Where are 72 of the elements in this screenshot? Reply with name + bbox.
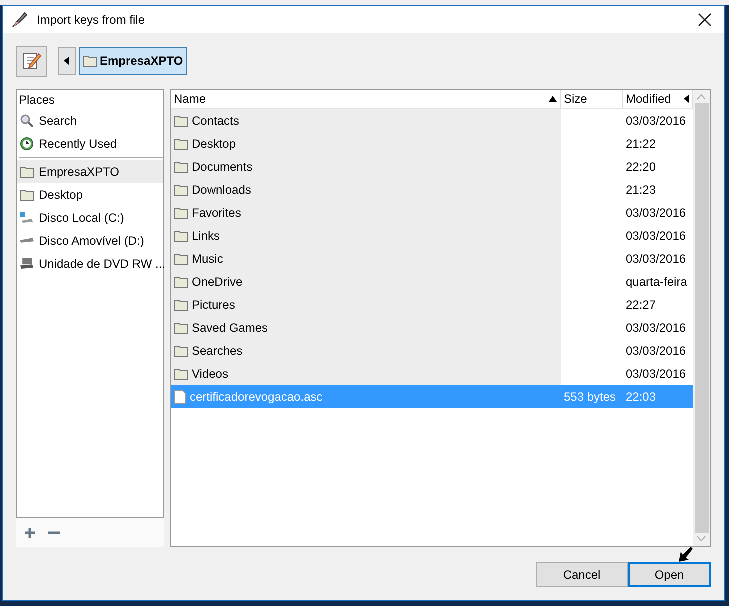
file-name: Documents	[192, 160, 253, 174]
folder-icon	[174, 368, 188, 380]
folder-icon	[174, 276, 188, 288]
file-modified: 22:27	[626, 298, 656, 312]
open-button[interactable]: Open	[628, 562, 711, 587]
folder-icon	[83, 55, 97, 67]
file-name: Contacts	[192, 114, 240, 128]
file-name: Favorites	[192, 206, 242, 220]
place-item[interactable]: Desktop	[17, 183, 163, 206]
folder-icon	[174, 230, 188, 242]
folder-icon	[20, 188, 34, 200]
place-item[interactable]: Unidade de DVD RW ...	[17, 252, 163, 275]
file-modified: 22:03	[626, 390, 656, 404]
file-name: Videos	[192, 366, 228, 380]
file-modified: 03/03/2016	[626, 344, 686, 358]
folder-icon	[20, 166, 34, 178]
magnifier-icon	[20, 114, 34, 128]
place-item[interactable]: Recently Used	[17, 132, 163, 155]
close-icon[interactable]	[698, 12, 712, 26]
file-name: Pictures	[192, 298, 236, 312]
file-modified: 21:23	[626, 182, 656, 196]
file-modified: 03/03/2016	[626, 114, 686, 128]
notepad-pencil-icon	[22, 51, 42, 71]
folder-icon	[174, 322, 188, 334]
file-name: Desktop	[192, 136, 236, 150]
places-header: Places	[18, 92, 56, 109]
path-folder-button[interactable]: EmpresaXPTO	[79, 47, 188, 75]
disc-drive-icon	[20, 258, 34, 269]
file-modified: 22:20	[626, 160, 656, 174]
window-title: Import keys from file	[37, 12, 146, 26]
file-name: Searches	[192, 344, 243, 358]
place-item[interactable]: Disco Local (C:)	[17, 206, 163, 229]
file-name: OneDrive	[192, 274, 243, 288]
file-name: Saved Games	[192, 320, 268, 334]
folder-icon	[174, 206, 188, 218]
drive-icon	[20, 238, 34, 243]
place-item[interactable]: Disco Amovível (D:)	[17, 229, 163, 252]
pen-icon	[11, 10, 29, 28]
file-name: Downloads	[192, 182, 252, 196]
folder-icon	[174, 160, 188, 172]
place-item[interactable]: Search	[17, 109, 163, 132]
left-triangle-icon	[64, 57, 70, 65]
folder-icon	[174, 184, 188, 196]
file-modified: 03/03/2016	[626, 252, 686, 266]
drive-icon	[20, 212, 34, 224]
folder-icon	[174, 138, 188, 150]
folder-icon	[174, 252, 188, 264]
place-item[interactable]: EmpresaXPTO	[17, 160, 163, 183]
column-header[interactable]: Size	[561, 90, 623, 108]
folder-icon	[174, 114, 188, 126]
file-modified: 03/03/2016	[626, 366, 686, 380]
file-size: 553 bytes	[564, 390, 616, 404]
edit-location-button[interactable]	[16, 46, 47, 76]
folder-icon	[174, 298, 188, 310]
clock-icon	[20, 136, 34, 150]
scroll-left-icon[interactable]	[684, 95, 689, 103]
file-modified: 03/03/2016	[626, 206, 686, 220]
file-name: Music	[192, 252, 224, 266]
file-modified: 03/03/2016	[626, 320, 686, 334]
file-modified: 03/03/2016	[626, 228, 686, 242]
mouse-pointer-icon	[678, 547, 694, 563]
folder-icon	[174, 344, 188, 356]
document-icon	[174, 390, 186, 404]
back-button[interactable]	[58, 47, 76, 75]
file-name: Links	[192, 228, 220, 242]
column-header[interactable]: Name	[171, 90, 561, 108]
file-name: certificadorevogacao.asc	[190, 390, 323, 404]
cancel-button[interactable]: Cancel	[536, 562, 628, 587]
file-modified: 21:22	[626, 136, 656, 150]
remove-icon[interactable]	[48, 530, 60, 534]
file-modified: quarta-feira	[626, 274, 688, 288]
add-icon[interactable]	[24, 526, 36, 538]
